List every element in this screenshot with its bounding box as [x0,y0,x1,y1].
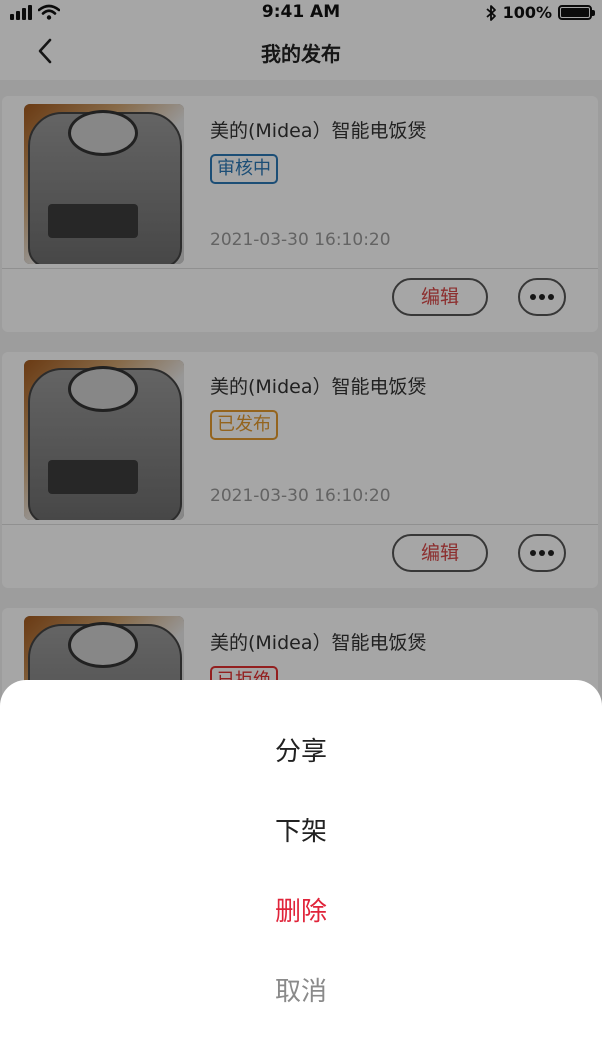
page: 9:41 AM 100% 我的发布 美的(Midea）智能电饭煲 审核中 202… [0,0,602,1062]
cancel-option[interactable]: 取消 [0,972,602,1012]
action-sheet: 分享 下架 删除 取消 [0,680,602,1062]
delete-option[interactable]: 删除 [0,892,602,932]
unlist-option[interactable]: 下架 [0,812,602,852]
share-option[interactable]: 分享 [0,732,602,772]
